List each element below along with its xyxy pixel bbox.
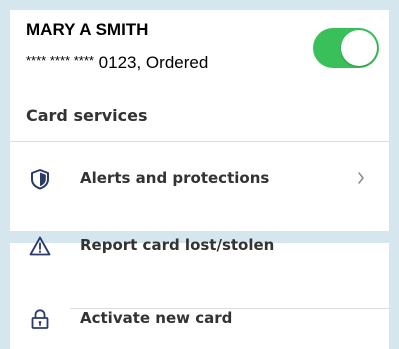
card-number-status: 0123, Ordered [98,53,209,72]
chevron-right-icon [356,170,366,186]
divider [10,141,389,142]
warning-triangle-icon [29,235,51,257]
card-lock-toggle[interactable] [313,28,379,68]
card-number-mask: **** **** **** [26,53,94,68]
lock-icon [29,308,51,330]
report-card-lost-stolen-label: Report card lost/stolen [80,236,275,254]
section-title: Card services [26,106,148,125]
alerts-and-protections-label: Alerts and protections [80,169,270,187]
card-holder-name: MARY A SMITH [26,20,149,39]
shield-icon [29,168,51,190]
toggle-knob [341,30,377,66]
report-card-lost-stolen-row[interactable]: Report card lost/stolen [10,223,389,269]
card-number: **** **** **** 0123, Ordered [26,53,208,73]
activate-new-card-row[interactable]: Activate new card [10,296,389,342]
activate-new-card-label: Activate new card [80,309,233,327]
alerts-and-protections-row[interactable]: Alerts and protections [10,156,389,202]
